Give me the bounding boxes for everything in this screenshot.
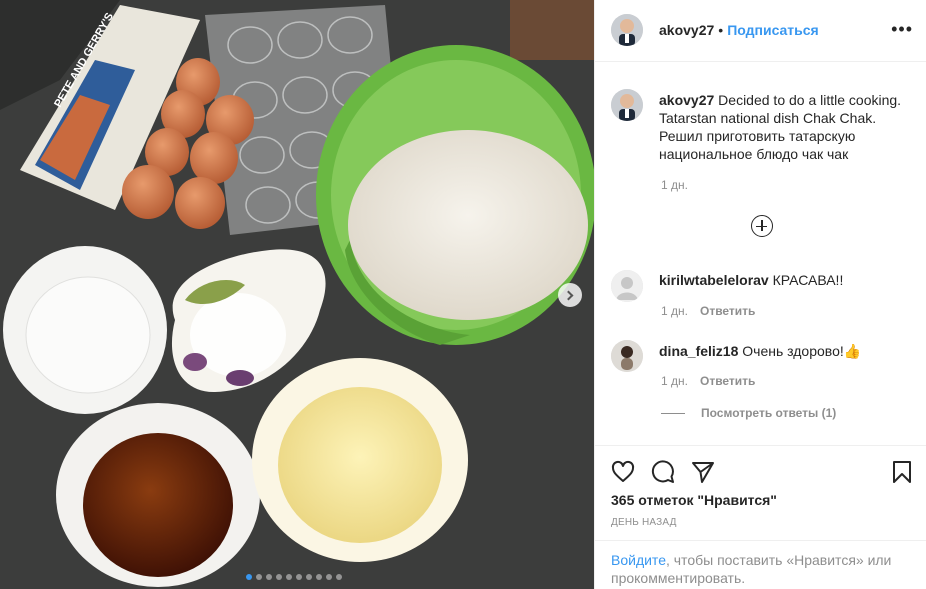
comment: kirilwtabelelorav КРАСАВА!! <box>659 271 909 289</box>
post-time[interactable]: ДЕНЬ НАЗАД <box>611 517 677 528</box>
carousel-dot <box>266 574 272 580</box>
post-sidebar: akovy27 • Подписаться ••• akovy27 Decided … <box>594 0 926 589</box>
post-actions: 365 отметок "Нравится" ДЕНЬ НАЗАД <box>595 445 926 545</box>
comment-time[interactable]: 1 дн. <box>661 304 688 318</box>
comment-avatar[interactable] <box>611 340 643 372</box>
carousel-dot <box>256 574 262 580</box>
likes-count[interactable]: 365 отметок "Нравится" <box>611 492 777 508</box>
carousel-dot <box>326 574 332 580</box>
carousel-dot <box>246 574 252 580</box>
comment-time[interactable]: 1 дн. <box>661 374 688 388</box>
author-username[interactable]: akovy27 <box>659 22 714 38</box>
author-line: akovy27 • Подписаться <box>659 22 819 38</box>
carousel-dot <box>296 574 302 580</box>
comment: dina_feliz18 Очень здорово!👍 <box>659 342 909 360</box>
replies-divider <box>661 412 685 414</box>
comment-username[interactable]: kirilwtabelelorav <box>659 272 769 288</box>
carousel-dots <box>246 574 342 580</box>
caption-username[interactable]: akovy27 <box>659 92 714 108</box>
view-replies-label: Посмотреть ответы (1) <box>701 406 837 420</box>
caption-time[interactable]: 1 дн. <box>661 178 688 192</box>
separator-dot: • <box>718 22 724 38</box>
reply-button[interactable]: Ответить <box>700 374 755 388</box>
login-link[interactable]: Войдите <box>611 552 666 568</box>
next-photo-button[interactable] <box>558 283 582 307</box>
bookmark-icon[interactable] <box>891 460 913 484</box>
chevron-right-icon <box>563 290 574 300</box>
photo-illustration: PETE AND GERRY'S <box>0 0 594 589</box>
carousel-dot <box>336 574 342 580</box>
comment-icon[interactable] <box>651 460 675 484</box>
reply-button[interactable]: Ответить <box>700 304 755 318</box>
comment-text: КРАСАВА!! <box>772 272 844 288</box>
view-replies-button[interactable]: Посмотреть ответы (1) <box>661 406 836 420</box>
post-photo[interactable]: PETE AND GERRY'S <box>0 0 594 589</box>
author-avatar[interactable] <box>611 14 643 46</box>
carousel-dot <box>306 574 312 580</box>
caption-avatar[interactable] <box>611 89 643 121</box>
comment-username[interactable]: dina_feliz18 <box>659 343 738 359</box>
share-icon[interactable] <box>691 460 715 484</box>
comment-meta: 1 дн. Ответить <box>661 304 755 318</box>
follow-button[interactable]: Подписаться <box>727 22 819 38</box>
login-prompt: Войдите, чтобы поставить «Нравится» или … <box>595 540 926 589</box>
comment-avatar[interactable] <box>611 270 643 302</box>
heart-icon[interactable] <box>611 460 635 484</box>
load-more-comments-icon[interactable] <box>751 215 773 237</box>
more-options-icon[interactable]: ••• <box>891 20 913 38</box>
carousel-dot <box>276 574 282 580</box>
post-header: akovy27 • Подписаться ••• <box>595 0 926 62</box>
caption: akovy27 Decided to do a little cooking. … <box>659 91 909 163</box>
carousel-dot <box>286 574 292 580</box>
comment-meta: 1 дн. Ответить <box>661 374 755 388</box>
comment-text: Очень здорово!👍 <box>742 343 862 359</box>
flour <box>348 130 588 320</box>
carousel-dot <box>316 574 322 580</box>
